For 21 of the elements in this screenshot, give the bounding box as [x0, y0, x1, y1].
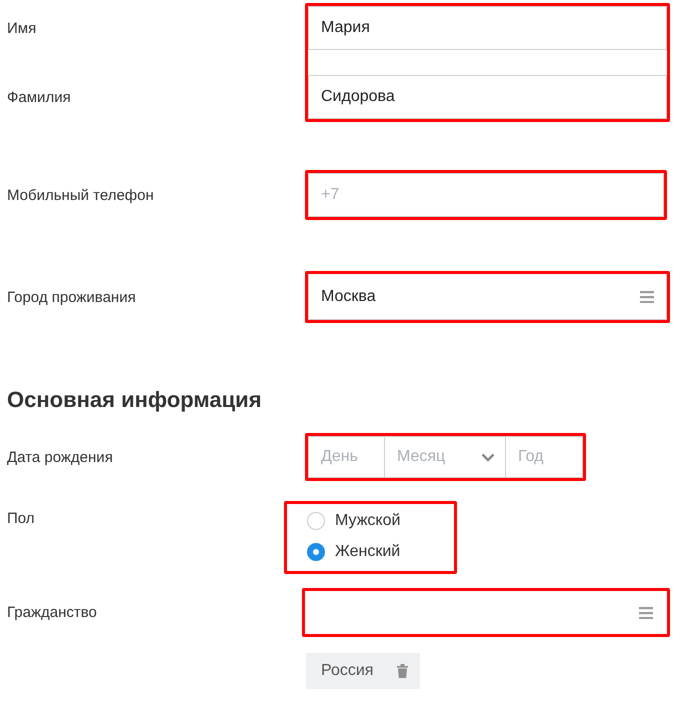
field-label: Имя	[7, 19, 38, 39]
input-field[interactable]: +7	[308, 173, 664, 217]
section-heading: Основная информация	[7, 386, 263, 414]
menu-icon[interactable]	[639, 606, 653, 618]
input-field[interactable]: Сидорова	[308, 75, 667, 119]
input-field[interactable]: Мария	[308, 6, 667, 50]
radio-button[interactable]	[307, 512, 325, 530]
radio-label: Мужской	[335, 512, 400, 530]
field-label: Гражданство	[7, 604, 98, 621]
field-label: Фамилия	[7, 88, 72, 108]
trash-icon[interactable]	[397, 664, 408, 678]
tag-label: Россия	[321, 662, 374, 680]
radio-label: Женский	[335, 543, 400, 561]
select-field[interactable]: Москва	[308, 274, 667, 320]
radio-button[interactable]	[307, 543, 325, 561]
field-label: Мобильный телефон	[7, 186, 155, 204]
menu-icon[interactable]	[640, 290, 654, 302]
field-label: Дата рождения	[7, 448, 114, 466]
field-label: Город проживания	[7, 288, 137, 306]
field-label: Пол	[7, 509, 36, 527]
field-value: Москва	[321, 288, 376, 306]
